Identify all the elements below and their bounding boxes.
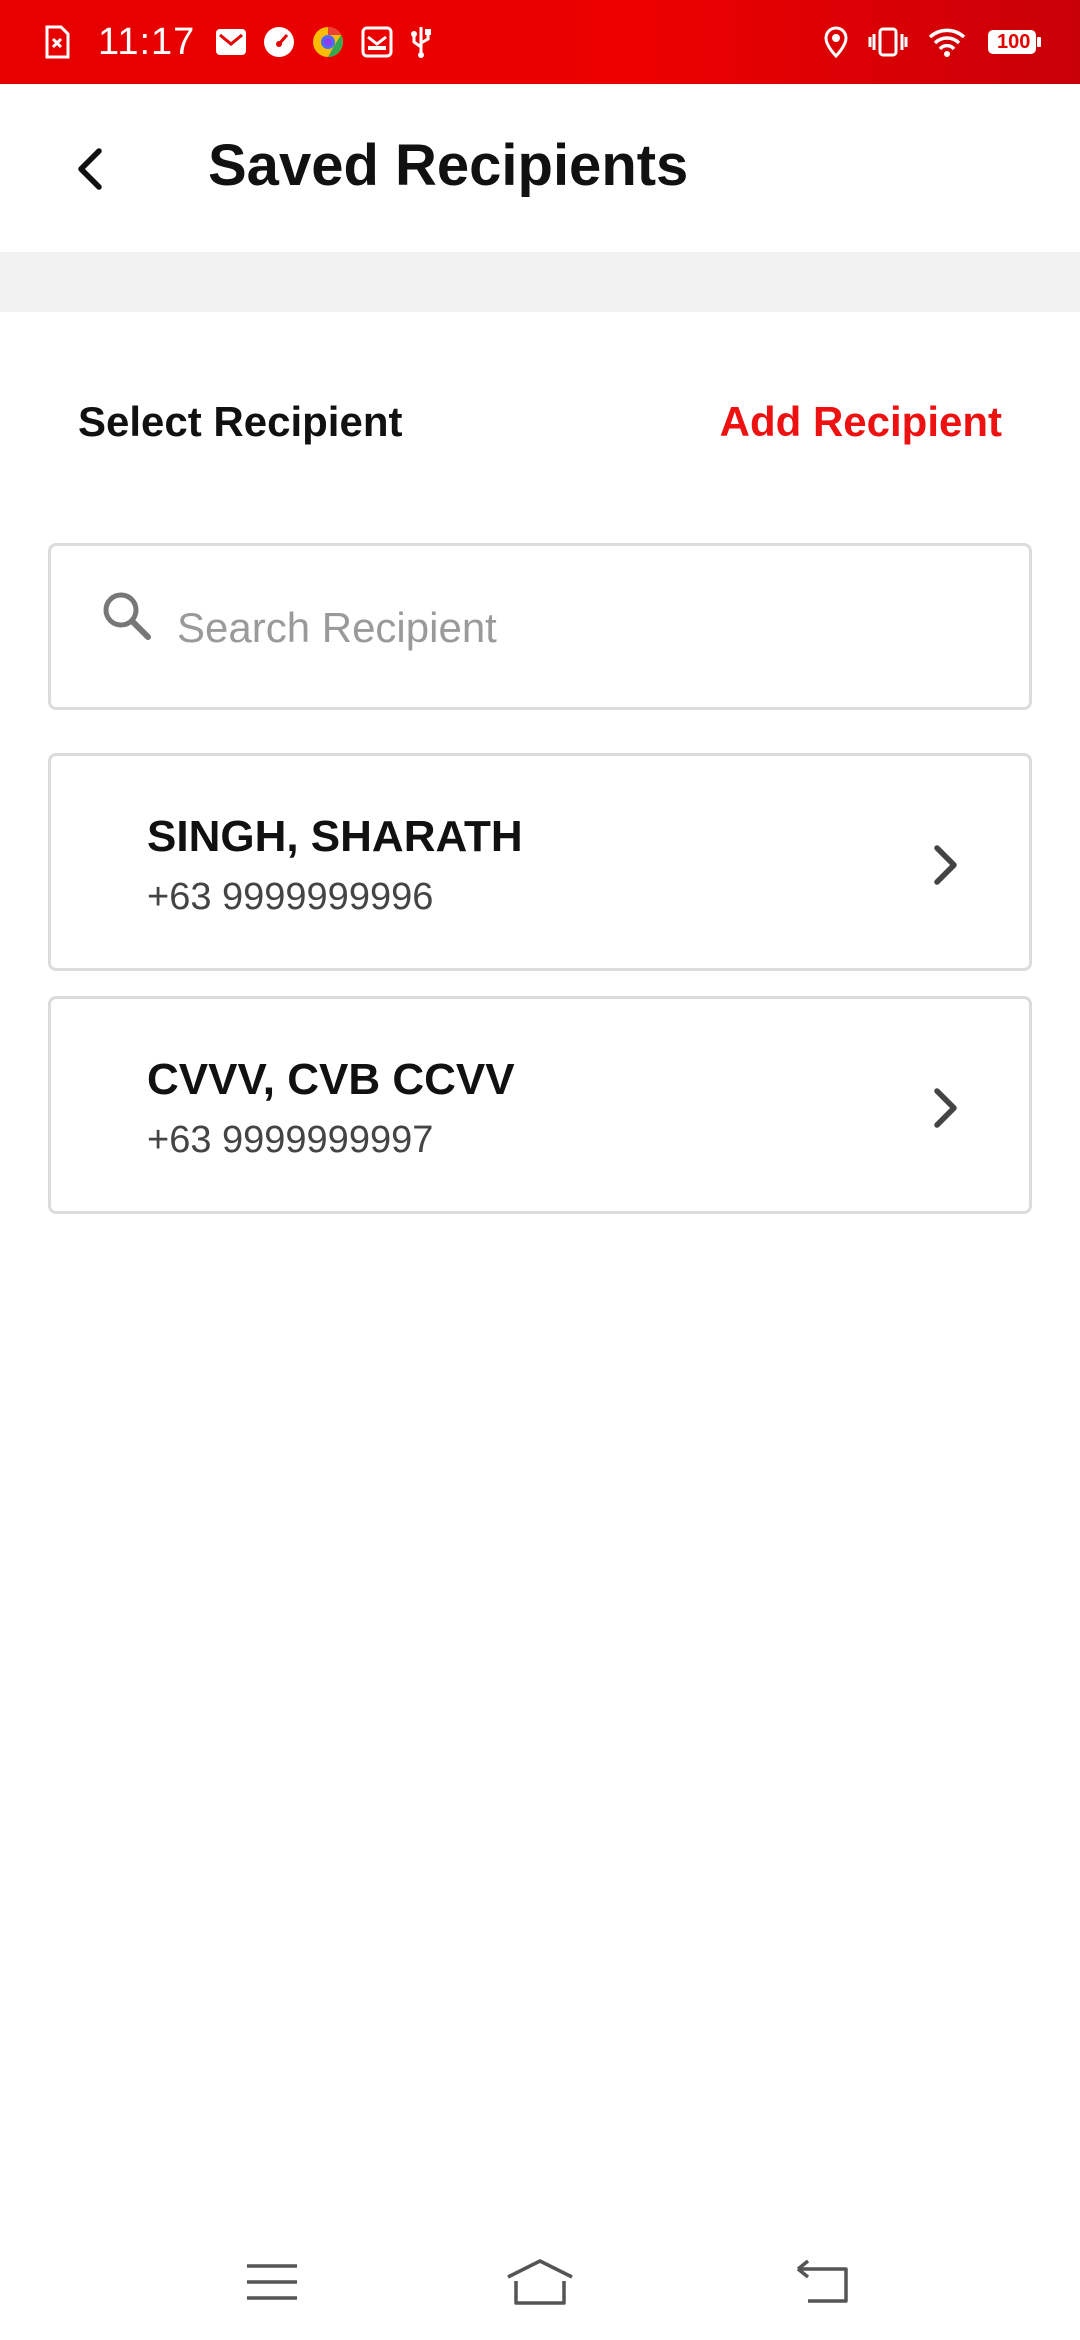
search-box[interactable]	[48, 543, 1032, 710]
nav-back-button[interactable]	[772, 2252, 872, 2312]
chevron-right-icon	[934, 845, 957, 885]
recipient-phone: +63 9999999996	[147, 876, 434, 918]
app-header: Saved Recipients	[0, 84, 1080, 252]
status-bar-right: 100	[804, 0, 1042, 84]
menu-icon	[247, 2264, 297, 2300]
recipient-name: SINGH, SHARATH	[147, 812, 523, 861]
chevron-left-icon	[78, 148, 102, 190]
nav-menu-button[interactable]	[222, 2252, 322, 2312]
screen: 11:17 100 Saved Recipients Select Recipi…	[0, 0, 1080, 2340]
nav-home-button[interactable]	[490, 2252, 590, 2312]
recipient-phone: +63 9999999997	[147, 1119, 434, 1161]
location-icon	[824, 26, 848, 58]
wifi-icon	[928, 27, 966, 57]
home-icon	[507, 2259, 573, 2305]
gmail-icon	[215, 27, 247, 57]
add-recipient-button[interactable]: Add Recipient	[720, 398, 1002, 446]
back-button[interactable]	[60, 134, 120, 204]
chevron-right-icon	[934, 1088, 957, 1128]
recipient-card[interactable]: SINGH, SHARATH +63 9999999996	[48, 753, 1032, 971]
vibrate-icon	[868, 26, 908, 58]
search-icon	[103, 592, 151, 640]
status-bar: 11:17 100	[0, 0, 1080, 84]
system-nav-bar	[0, 2220, 1080, 2340]
status-bar-left: 11:17	[44, 0, 449, 84]
page-title: Saved Recipients	[208, 133, 689, 198]
battery-level: 100	[997, 31, 1031, 53]
browser-icon	[311, 25, 345, 59]
recipient-card[interactable]: CVVV, CVB CCVV +63 9999999997	[48, 996, 1032, 1214]
sim-off-icon	[44, 25, 70, 59]
recipient-name: CVVV, CVB CCVV	[147, 1055, 515, 1104]
speedometer-icon	[263, 26, 295, 58]
battery-icon: 100	[986, 27, 1042, 57]
back-icon	[796, 2259, 848, 2303]
search-input[interactable]	[177, 586, 997, 670]
usb-icon	[409, 25, 433, 59]
status-time: 11:17	[98, 20, 196, 63]
mail-icon	[361, 26, 393, 58]
select-recipient-label: Select Recipient	[78, 398, 403, 445]
separator-band	[0, 252, 1080, 312]
